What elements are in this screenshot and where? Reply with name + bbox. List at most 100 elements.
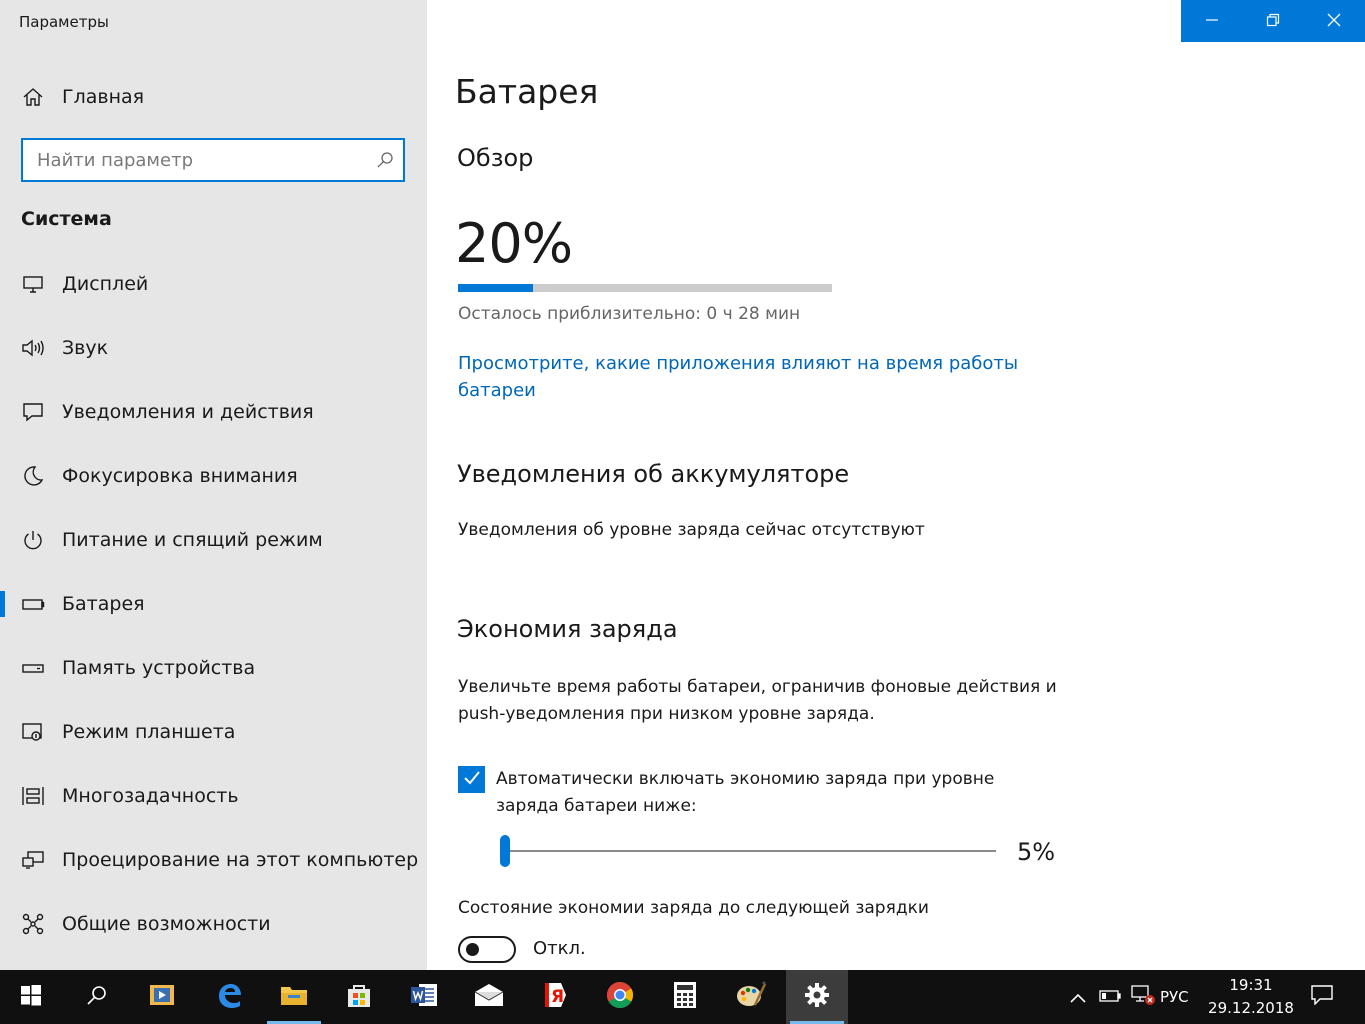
search-box bbox=[21, 138, 405, 182]
sidebar-item-label: Батарея bbox=[62, 593, 145, 615]
sidebar-item-sound[interactable]: Звук bbox=[0, 320, 427, 376]
auto-saver-label[interactable]: Автоматически включать экономию заряда п… bbox=[496, 766, 1056, 820]
chevron-up-icon bbox=[1070, 988, 1086, 1007]
language-indicator[interactable]: РУС bbox=[1160, 970, 1189, 1024]
taskbar: Я РУС 19:31 29.12.2018 bbox=[0, 970, 1365, 1024]
folder-icon bbox=[279, 982, 309, 1012]
saver-state-value: Откл. bbox=[533, 938, 586, 959]
battery-saver-heading: Экономия заряда bbox=[457, 615, 678, 643]
shared-experiences-icon bbox=[20, 911, 46, 937]
display-icon bbox=[20, 271, 46, 297]
battery-icon bbox=[20, 591, 46, 617]
sidebar-item-label: Многозадачность bbox=[62, 785, 239, 807]
taskbar-yandex[interactable]: Я bbox=[523, 970, 585, 1024]
storage-icon bbox=[20, 655, 46, 681]
search-button[interactable] bbox=[66, 970, 128, 1024]
store-icon bbox=[345, 981, 373, 1013]
sidebar-item-battery[interactable]: Батарея bbox=[0, 576, 427, 632]
battery-level-bar bbox=[458, 284, 832, 292]
tray-battery[interactable] bbox=[1097, 970, 1123, 1024]
action-center-button[interactable] bbox=[1302, 970, 1342, 1024]
overview-heading: Обзор bbox=[457, 144, 534, 172]
sidebar-item-label: Питание и спящий режим bbox=[62, 529, 323, 551]
sidebar-item-label: Уведомления и действия bbox=[62, 401, 314, 423]
sidebar-item-power[interactable]: Питание и спящий режим bbox=[0, 512, 427, 568]
chrome-icon bbox=[605, 980, 635, 1014]
taskbar-mail[interactable] bbox=[458, 970, 520, 1024]
battery-notifications-text: Уведомления об уровне заряда сейчас отсу… bbox=[458, 520, 925, 540]
selection-indicator bbox=[0, 591, 5, 617]
taskbar-word[interactable] bbox=[393, 970, 455, 1024]
search-icon[interactable] bbox=[367, 151, 403, 169]
search-input[interactable] bbox=[23, 140, 367, 180]
sidebar-item-projecting[interactable]: Проецирование на этот компьютер bbox=[0, 832, 427, 888]
tablet-icon bbox=[20, 719, 46, 745]
time-remaining: Осталось приблизительно: 0 ч 28 мин bbox=[458, 304, 801, 324]
tray-show-hidden[interactable] bbox=[1066, 970, 1090, 1024]
taskbar-paint[interactable] bbox=[720, 970, 782, 1024]
taskbar-edge[interactable] bbox=[198, 970, 260, 1024]
threshold-slider-thumb[interactable] bbox=[500, 835, 510, 867]
calculator-icon bbox=[672, 981, 698, 1013]
checkmark-icon bbox=[462, 768, 482, 792]
sidebar-item-label: Проецирование на этот компьютер bbox=[62, 849, 419, 871]
svg-text:Я: Я bbox=[551, 987, 564, 1007]
gear-icon bbox=[804, 982, 830, 1012]
sidebar-item-focus-assist[interactable]: Фокусировка внимания bbox=[0, 448, 427, 504]
sidebar-item-label: Общие возможности bbox=[62, 913, 271, 935]
saver-state-toggle[interactable] bbox=[458, 936, 516, 963]
battery-notifications-heading: Уведомления об аккумуляторе bbox=[457, 460, 850, 488]
threshold-slider[interactable] bbox=[500, 835, 996, 867]
search-icon bbox=[86, 984, 108, 1010]
taskbar-media-player[interactable] bbox=[131, 970, 193, 1024]
windows-logo-icon bbox=[20, 984, 42, 1010]
sidebar-item-notifications[interactable]: Уведомления и действия bbox=[0, 384, 427, 440]
taskbar-settings[interactable] bbox=[786, 970, 848, 1024]
sidebar-item-multitasking[interactable]: Многозадачность bbox=[0, 768, 427, 824]
taskbar-chrome[interactable] bbox=[589, 970, 651, 1024]
sidebar-item-label: Главная bbox=[62, 86, 145, 108]
word-icon bbox=[409, 981, 439, 1013]
moon-icon bbox=[20, 463, 46, 489]
tray-clock[interactable]: 19:31 29.12.2018 bbox=[1206, 974, 1296, 1020]
projecting-icon bbox=[20, 847, 46, 873]
action-center-icon bbox=[1311, 985, 1333, 1009]
tray-network[interactable] bbox=[1129, 970, 1157, 1024]
sidebar-item-storage[interactable]: Память устройства bbox=[0, 640, 427, 696]
battery-saver-description: Увеличьте время работы батареи, ограничи… bbox=[458, 677, 1057, 724]
sidebar-item-label: Фокусировка внимания bbox=[62, 465, 298, 487]
clock-time: 19:31 bbox=[1229, 976, 1273, 994]
taskbar-file-explorer[interactable] bbox=[263, 970, 325, 1024]
sidebar-item-label: Дисплей bbox=[62, 273, 149, 295]
battery-usage-link[interactable]: Просмотрите, какие приложения влияют на … bbox=[458, 350, 1038, 404]
auto-saver-checkbox[interactable] bbox=[458, 766, 485, 793]
sidebar-item-label: Звук bbox=[62, 337, 109, 359]
battery-percent: 20% bbox=[455, 212, 573, 275]
edge-icon bbox=[215, 981, 243, 1013]
taskbar-store[interactable] bbox=[328, 970, 390, 1024]
sidebar-item-shared-experiences[interactable]: Общие возможности bbox=[0, 896, 427, 952]
toggle-knob bbox=[466, 943, 479, 956]
sidebar-item-tablet-mode[interactable]: Режим планшета bbox=[0, 704, 427, 760]
main-content: Батарея Обзор 20% Осталось приблизительн… bbox=[427, 0, 1365, 970]
media-player-icon bbox=[148, 982, 176, 1012]
sidebar-item-label: Память устройства bbox=[62, 657, 256, 679]
app-title: Параметры bbox=[19, 13, 109, 31]
multitasking-icon bbox=[20, 783, 46, 809]
paint-icon bbox=[735, 980, 767, 1014]
sidebar-item-home[interactable]: Главная bbox=[0, 69, 427, 125]
sidebar-item-label: Режим планшета bbox=[62, 721, 236, 743]
network-disconnected-icon bbox=[1130, 984, 1156, 1010]
home-icon bbox=[20, 84, 46, 110]
battery-level-fill bbox=[458, 284, 533, 292]
speaker-icon bbox=[20, 335, 46, 361]
start-button[interactable] bbox=[0, 970, 62, 1024]
sidebar-item-display[interactable]: Дисплей bbox=[0, 256, 427, 312]
threshold-value: 5% bbox=[1017, 838, 1056, 866]
page-title: Батарея bbox=[455, 72, 599, 111]
power-icon bbox=[20, 527, 46, 553]
notification-icon bbox=[20, 399, 46, 425]
saver-state-label: Состояние экономии заряда до следующей з… bbox=[458, 898, 929, 918]
taskbar-calculator[interactable] bbox=[654, 970, 716, 1024]
mail-icon bbox=[473, 982, 505, 1012]
